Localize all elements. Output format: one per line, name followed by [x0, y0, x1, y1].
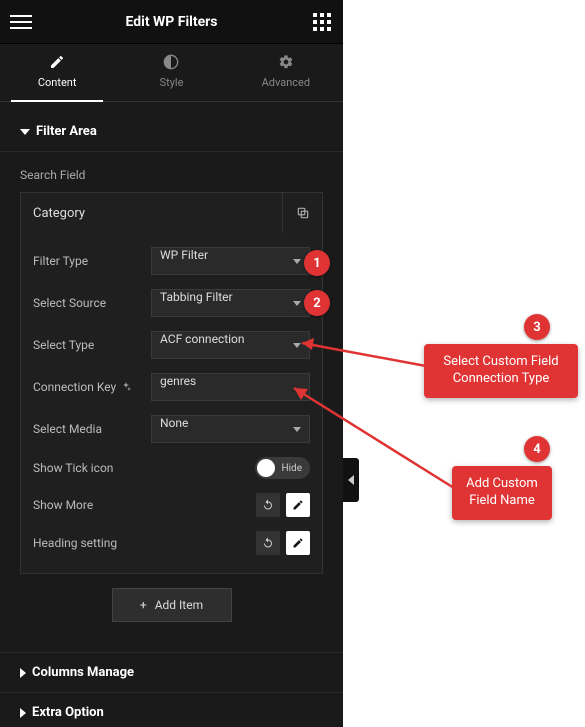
label-filter-type: Filter Type [33, 254, 141, 268]
row-select-source: Select Source Tabbing Filter [33, 289, 310, 317]
card-body: Filter Type WP Filter Select Source Tabb… [21, 233, 322, 573]
select-select-media[interactable]: None [151, 415, 310, 443]
hamburger-icon[interactable] [10, 11, 32, 33]
section-title: Filter Area [36, 124, 97, 139]
filter-card: Category Filter Type WP Filter Select So… [20, 192, 323, 574]
row-filter-type: Filter Type WP Filter [33, 247, 310, 275]
section-filter-area: Filter Area [0, 112, 343, 152]
panel-content: Filter Area Search Field Category Filter… [0, 102, 343, 727]
callout-4: Add Custom Field Name [452, 466, 552, 520]
edit-button[interactable] [286, 493, 310, 517]
tab-content[interactable]: Content [0, 44, 114, 101]
section-head-extra-option[interactable]: Extra Option [20, 705, 323, 720]
reset-button[interactable] [256, 531, 280, 555]
section-columns-manage: Columns Manage [0, 652, 343, 693]
section-head-columns-manage[interactable]: Columns Manage [20, 665, 323, 680]
undo-icon [262, 499, 274, 511]
panel-title: Edit WP Filters [125, 14, 217, 30]
label-select-type: Select Type [33, 338, 141, 352]
topbar: Edit WP Filters [0, 0, 343, 44]
reset-button[interactable] [256, 493, 280, 517]
card-head[interactable]: Category [21, 193, 322, 233]
pencil-icon [49, 54, 65, 70]
callout-3: Select Custom Field Connection Type [424, 344, 578, 398]
plus-icon: + [140, 598, 147, 612]
tabs: Content Style Advanced [0, 44, 343, 102]
editor-panel: Edit WP Filters Content Style Advanced F… [0, 0, 343, 727]
add-item-button[interactable]: + Add Item [112, 588, 232, 622]
select-select-type[interactable]: ACF connection [151, 331, 310, 359]
tab-advanced[interactable]: Advanced [229, 44, 343, 101]
edit-button[interactable] [286, 531, 310, 555]
section-title: Extra Option [32, 705, 104, 720]
collapse-handle[interactable] [343, 458, 359, 502]
label-heading-setting: Heading setting [33, 536, 117, 550]
section-extra-option: Extra Option [0, 693, 343, 727]
row-show-more: Show More [33, 493, 310, 517]
add-item-label: Add Item [155, 598, 203, 612]
badge-4: 4 [524, 436, 550, 462]
label-show-more: Show More [33, 498, 93, 512]
toggle-knob [257, 459, 275, 477]
label-select-media: Select Media [33, 422, 141, 436]
toggle-show-tick[interactable]: Hide [255, 457, 310, 479]
chevron-right-icon [20, 668, 26, 678]
row-show-tick: Show Tick icon Hide [33, 457, 310, 479]
card-title: Category [21, 206, 282, 221]
undo-icon [262, 537, 274, 549]
search-field-label: Search Field [0, 152, 343, 192]
toggle-text: Hide [279, 463, 308, 474]
select-select-source[interactable]: Tabbing Filter [151, 289, 310, 317]
chevron-down-icon [20, 129, 30, 135]
pencil-icon [292, 537, 304, 549]
row-connection-key: Connection Key genres [33, 373, 310, 401]
select-filter-type[interactable]: WP Filter [151, 247, 310, 275]
tab-label: Content [38, 76, 77, 89]
copy-icon [296, 206, 310, 220]
section-title: Columns Manage [32, 665, 134, 680]
pencil-icon [292, 499, 304, 511]
label-show-tick: Show Tick icon [33, 461, 113, 475]
badge-3: 3 [524, 314, 550, 340]
label-connection-key: Connection Key [33, 380, 141, 394]
tab-style[interactable]: Style [114, 44, 228, 101]
dynamic-icon [120, 381, 132, 393]
row-select-media: Select Media None [33, 415, 310, 443]
tab-label: Style [160, 76, 184, 89]
label-select-source: Select Source [33, 296, 141, 310]
apps-icon[interactable] [311, 11, 333, 33]
row-select-type: Select Type ACF connection [33, 331, 310, 359]
contrast-icon [163, 54, 179, 70]
section-head-filter-area[interactable]: Filter Area [20, 124, 323, 139]
chevron-right-icon [20, 708, 26, 718]
tab-label: Advanced [262, 76, 310, 89]
row-heading-setting: Heading setting [33, 531, 310, 555]
gear-icon [278, 54, 294, 70]
duplicate-button[interactable] [282, 193, 322, 233]
input-connection-key[interactable]: genres [151, 373, 310, 401]
